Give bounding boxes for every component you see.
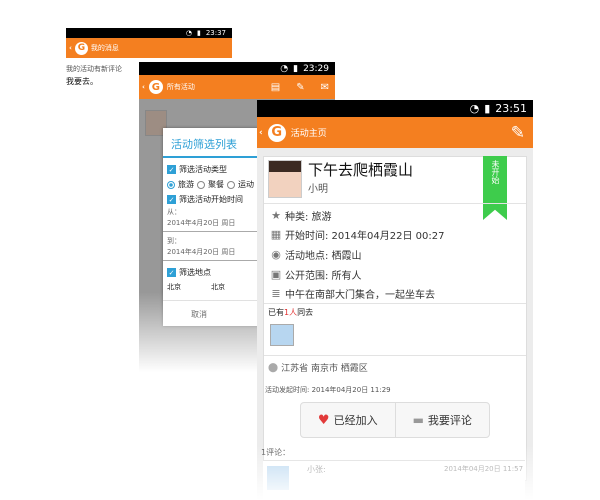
commenter-avatar [267,466,289,490]
calendar-icon: ▦ [270,227,282,241]
joined-post: 同去 [297,308,314,317]
activity-title: 下午去爬栖霞山 [308,161,414,179]
description-icon: ≣ [271,286,281,300]
back-icon[interactable]: ‹ [142,83,145,91]
activity-home-screen: ◔ ▮ 23:51 ‹ G 活动主页 ✎ 下午去爬栖霞山 小明 未开始 ★ 种类: 旅… [257,100,533,500]
scope-icon: ▣ [270,267,282,281]
joined-label: 已经加入 [333,414,378,427]
star-icon: ★ [271,208,281,222]
app-bar: ‹ G 我的消息 [66,38,232,58]
avatar[interactable] [268,160,302,198]
type-filter-label: 筛选活动类型 [179,165,227,174]
joined-pre: 已有 [268,308,284,317]
wifi-icon: ◔ [185,29,192,37]
clock: 23:37 [205,29,226,37]
screen-title: 活动主页 [290,129,327,139]
status-text: 未开始 [491,160,500,184]
wifi-icon: ◔ [280,63,289,74]
radio-dinner[interactable] [197,180,205,189]
place: 活动地点: 栖霞山 [285,251,362,262]
back-icon[interactable]: ‹ [259,128,263,138]
speech-bubble-icon: ▬ [412,413,424,427]
visibility: 公开范围: 所有人 [285,271,362,282]
app-logo-icon[interactable]: G [74,41,88,55]
time-filter-label: 筛选活动开始时间 [179,195,243,204]
comment-label: 我要评论 [427,414,472,427]
status-bar: ◔ ▮ 23:51 [257,100,533,117]
heart-icon: ♥ [317,412,330,428]
screen-title: 我的消息 [90,44,119,52]
status-bar: ◔ ▮ 23:37 [66,28,232,38]
time-filter-checkbox[interactable]: ✓ [167,195,176,204]
app-bar: ‹ G 所有活动 ▤ ✎ ✉ [139,75,335,99]
participant-avatar[interactable] [270,324,294,346]
action-bar: ♥ 已经加入 ▬ 我要评论 [300,402,490,438]
start-time: 开始时间: 2014年04月22日 00:27 [285,231,445,242]
loc-filter-checkbox[interactable]: ✓ [167,268,176,277]
mail-icon[interactable]: ✉ [321,82,329,93]
commenter-name: 小张: [307,465,326,474]
edit-icon[interactable]: ✎ [296,82,304,93]
joined-number: 1人 [284,308,298,317]
comment-item[interactable]: 小张: 2014年04月20日 11:57 [263,460,525,500]
battery-icon: ▮ [484,102,491,115]
category: 种类: 旅游 [285,212,332,223]
app-logo-icon[interactable]: G [267,123,286,142]
loc-filter-label: 筛选地点 [179,268,211,277]
app-logo-icon[interactable]: G [148,80,163,94]
comment-count: 1评论： [261,448,291,457]
clock: 23:29 [303,63,329,74]
map-pin-icon: ◉ [271,247,281,261]
divider [264,203,526,204]
comment-time: 2014年04月20日 11:57 [444,465,524,473]
screen-title: 所有活动 [166,83,195,91]
back-icon[interactable]: ‹ [69,44,72,52]
battery-icon: ▮ [196,29,201,37]
status-badge: 未开始 [483,156,507,220]
wifi-icon: ◔ [469,102,480,115]
clock: 23:51 [495,102,527,115]
radio-label: 聚餐 [208,180,224,189]
type-filter-checkbox[interactable]: ✓ [167,165,176,174]
location-pin-icon: ⬤ [268,362,279,373]
location: 江苏省 南京市 栖霞区 [281,364,368,374]
province-select[interactable]: 北京 [167,282,181,292]
radio-label: 旅游 [178,180,194,189]
battery-icon: ▮ [293,63,299,74]
edit-icon[interactable]: ✎ [511,123,525,143]
document-icon[interactable]: ▤ [271,82,280,93]
divider [264,303,526,304]
posted-time: 活动发起时间: 2014年04月20日 11:29 [265,386,391,394]
app-bar: ‹ G 活动主页 ✎ [257,117,533,148]
description: 中午在南部大门集合，一起坐车去 [285,290,435,301]
radio-travel[interactable] [167,180,175,189]
radio-sport[interactable] [227,180,235,189]
joined-button[interactable]: ♥ 已经加入 [301,403,395,437]
joined-count: 已有1人同去 [268,307,313,318]
status-bar: ◔ ▮ 23:29 [139,62,335,75]
radio-label: 运动 [238,180,254,189]
divider [264,355,526,356]
city-select[interactable]: 北京 [211,282,225,292]
comment-button[interactable]: ▬ 我要评论 [394,403,490,437]
owner-name[interactable]: 小明 [308,180,328,195]
